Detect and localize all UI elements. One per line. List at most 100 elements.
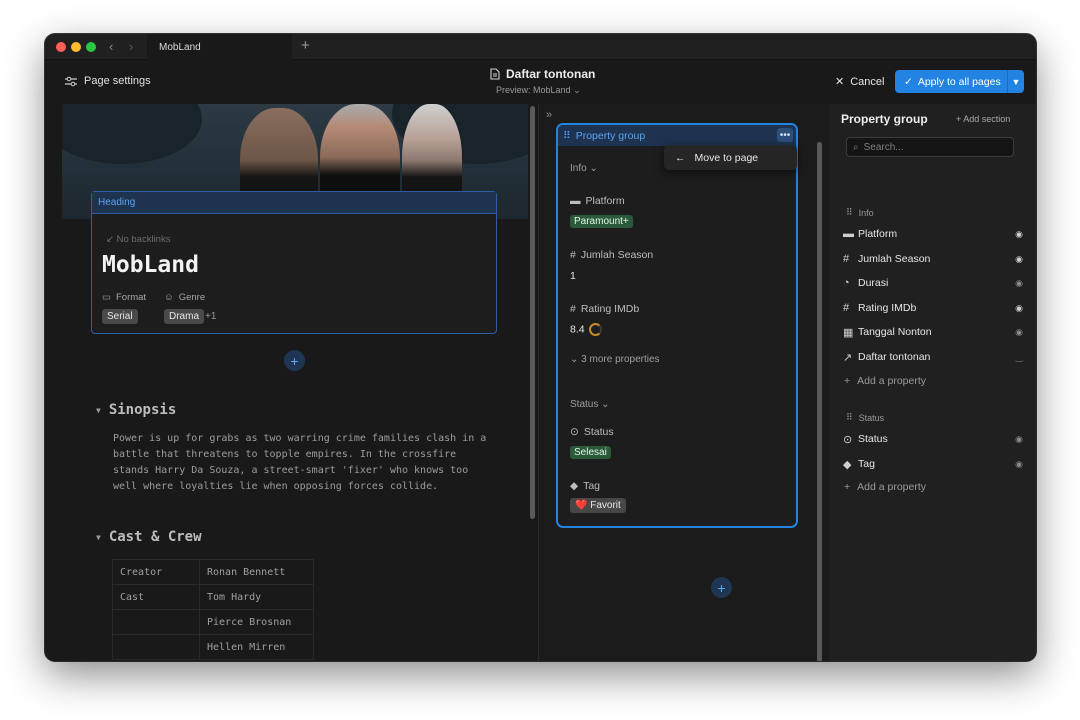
search-placeholder: Search... bbox=[863, 141, 904, 153]
backlinks[interactable]: ↙ No backlinks bbox=[106, 234, 170, 245]
back-arrow-icon[interactable]: ‹ bbox=[109, 39, 113, 54]
table-cell[interactable] bbox=[112, 634, 200, 660]
more-properties-toggle[interactable]: ⌄ 3 more properties bbox=[570, 354, 660, 365]
close-window-button[interactable] bbox=[56, 42, 66, 52]
search-input[interactable]: ⌕ Search... bbox=[846, 137, 1014, 157]
platform-tag[interactable]: Paramount+ bbox=[570, 215, 633, 228]
platform-label-text: Platform bbox=[585, 195, 625, 207]
add-property-label: Add a property bbox=[857, 481, 927, 493]
left-scrollbar[interactable] bbox=[530, 106, 535, 519]
chevron-down-icon: ⌄ bbox=[589, 163, 598, 174]
page-settings-button[interactable]: Page settings bbox=[65, 75, 151, 87]
property-row-tag[interactable]: ◆ Tag ◉ bbox=[843, 455, 1023, 473]
add-group-button[interactable]: + bbox=[711, 577, 732, 598]
rating-label-text: Rating IMDb bbox=[580, 303, 640, 315]
toggle-triangle-icon[interactable]: ▼ bbox=[96, 406, 101, 415]
status-tag[interactable]: Selesai bbox=[570, 446, 611, 459]
cancel-button[interactable]: ✕ Cancel bbox=[835, 75, 884, 89]
tab-mobland[interactable]: MobLand bbox=[147, 34, 292, 60]
rating-label: # Rating IMDb bbox=[570, 303, 639, 315]
platform-label: ▬ Platform bbox=[570, 195, 625, 207]
property-row-durasi[interactable]: ◔ Durasi ◉ bbox=[843, 274, 1023, 292]
tag-value[interactable]: ❤️ Favorit bbox=[570, 498, 626, 513]
info-section-toggle[interactable]: Info ⌄ bbox=[570, 163, 598, 174]
eye-icon[interactable]: ◉ bbox=[1015, 303, 1023, 314]
eye-icon[interactable]: ◉ bbox=[1015, 254, 1023, 265]
sinopsis-heading[interactable]: ▼ Sinopsis bbox=[96, 402, 176, 418]
table-cell[interactable] bbox=[112, 609, 200, 635]
property-row-status[interactable]: ⊙ Status ◉ bbox=[843, 430, 1023, 448]
more-properties-label: 3 more properties bbox=[581, 354, 660, 365]
season-value[interactable]: 1 bbox=[570, 270, 576, 282]
more-options-button[interactable]: ••• bbox=[777, 128, 793, 142]
page-settings-label: Page settings bbox=[84, 75, 151, 87]
search-icon: ⌕ bbox=[853, 141, 859, 153]
apply-options-chevron-icon[interactable]: ▼ bbox=[1007, 70, 1024, 93]
property-group-header[interactable]: ⠿ Property group ••• bbox=[558, 125, 796, 146]
zoom-window-button[interactable] bbox=[86, 42, 96, 52]
eye-icon[interactable]: ◉ bbox=[1015, 278, 1023, 289]
sliders-icon bbox=[65, 76, 77, 86]
add-property-button[interactable]: + Add a property bbox=[844, 375, 926, 387]
group-header-status[interactable]: ⠿ Status bbox=[846, 412, 884, 423]
preview-selector[interactable]: Preview: MobLand ⌄ bbox=[496, 85, 581, 96]
property-row-daftar-tontonan[interactable]: ↗ Daftar tontonan ‿ bbox=[843, 348, 1023, 366]
status-section-toggle[interactable]: Status ⌄ bbox=[570, 399, 610, 410]
eye-icon[interactable]: ◉ bbox=[1015, 459, 1023, 470]
property-name: Tag bbox=[858, 458, 875, 470]
hash-icon: # bbox=[843, 302, 850, 314]
group-header-info[interactable]: ⠿ Info bbox=[846, 207, 874, 218]
cast-crew-heading[interactable]: ▼ Cast & Crew bbox=[96, 529, 202, 545]
new-tab-button[interactable]: + bbox=[301, 37, 310, 54]
property-row-platform[interactable]: ▬ Platform ◉ bbox=[843, 225, 1023, 243]
middle-scrollbar[interactable] bbox=[817, 142, 822, 661]
add-section-button[interactable]: + Add section bbox=[956, 114, 1010, 124]
heading-block[interactable]: Heading ↙ No backlinks MobLand ▭ Format ☺… bbox=[91, 191, 497, 334]
table-cell[interactable]: Hellen Mirren bbox=[199, 634, 314, 660]
eye-closed-icon[interactable]: ‿ bbox=[1016, 352, 1023, 363]
forward-arrow-icon[interactable]: › bbox=[129, 39, 133, 54]
apply-label: Apply to all pages bbox=[917, 75, 1001, 88]
minimize-window-button[interactable] bbox=[71, 42, 81, 52]
property-group-card[interactable]: ⠿ Property group ••• ← Move to page Info… bbox=[556, 123, 798, 528]
toolbar: Page settings Daftar tontonan Preview: M… bbox=[45, 60, 1036, 104]
property-name: Tanggal Nonton bbox=[858, 326, 932, 338]
drag-handle-icon[interactable]: ⠿ bbox=[563, 130, 571, 142]
context-menu: ← Move to page bbox=[664, 145, 797, 170]
drag-handle-icon[interactable]: ⠿ bbox=[846, 412, 853, 423]
collapse-panel-icon[interactable]: » bbox=[546, 109, 552, 121]
eye-icon[interactable]: ◉ bbox=[1015, 229, 1023, 240]
hash-icon: # bbox=[570, 249, 576, 261]
genre-tag[interactable]: Drama bbox=[164, 309, 205, 324]
genre-property-label: ☺ Genre bbox=[164, 292, 205, 303]
add-block-button[interactable]: + bbox=[284, 350, 305, 371]
property-row-rating-imdb[interactable]: # Rating IMDb ◉ bbox=[843, 299, 1023, 317]
table-cell[interactable]: Ronan Bennett bbox=[199, 559, 314, 585]
eye-icon[interactable]: ◉ bbox=[1015, 327, 1023, 338]
add-property-button[interactable]: + Add a property bbox=[844, 481, 926, 493]
genre-more-count[interactable]: +1 bbox=[205, 311, 216, 322]
panel-title: Property group bbox=[841, 112, 928, 126]
table-cell[interactable]: Pierce Brosnan bbox=[199, 609, 314, 635]
eye-icon[interactable]: ◉ bbox=[1015, 434, 1023, 445]
table-cell[interactable]: Creator bbox=[112, 559, 200, 585]
favorit-tag[interactable]: ❤️ Favorit bbox=[570, 498, 626, 513]
property-row-jumlah-season[interactable]: # Jumlah Season ◉ bbox=[843, 250, 1023, 268]
rating-value[interactable]: 8.4 bbox=[570, 323, 602, 336]
platform-value[interactable]: Paramount+ bbox=[570, 215, 633, 228]
table-cell[interactable]: Cast bbox=[112, 584, 200, 610]
table-cell[interactable]: Tom Hardy bbox=[199, 584, 314, 610]
plus-icon: + bbox=[844, 481, 851, 493]
property-row-tanggal-nonton[interactable]: ▦ Tanggal Nonton ◉ bbox=[843, 323, 1023, 341]
toggle-triangle-icon[interactable]: ▼ bbox=[96, 533, 101, 542]
page-preview: Heading ↙ No backlinks MobLand ▭ Format ☺… bbox=[62, 104, 528, 661]
drag-handle-icon[interactable]: ⠿ bbox=[846, 207, 853, 218]
menu-item-move-to-page[interactable]: Move to page bbox=[695, 152, 759, 164]
group-status-label: Status bbox=[858, 412, 885, 423]
status-circle-icon: ⊙ bbox=[570, 426, 579, 438]
status-value[interactable]: Selesai bbox=[570, 446, 611, 459]
format-tag[interactable]: Serial bbox=[102, 309, 138, 324]
apply-to-all-pages-button[interactable]: ✓ Apply to all pages ▼ bbox=[895, 70, 1024, 93]
tag-label: ◆ Tag bbox=[570, 480, 600, 492]
property-name: Jumlah Season bbox=[858, 253, 931, 265]
